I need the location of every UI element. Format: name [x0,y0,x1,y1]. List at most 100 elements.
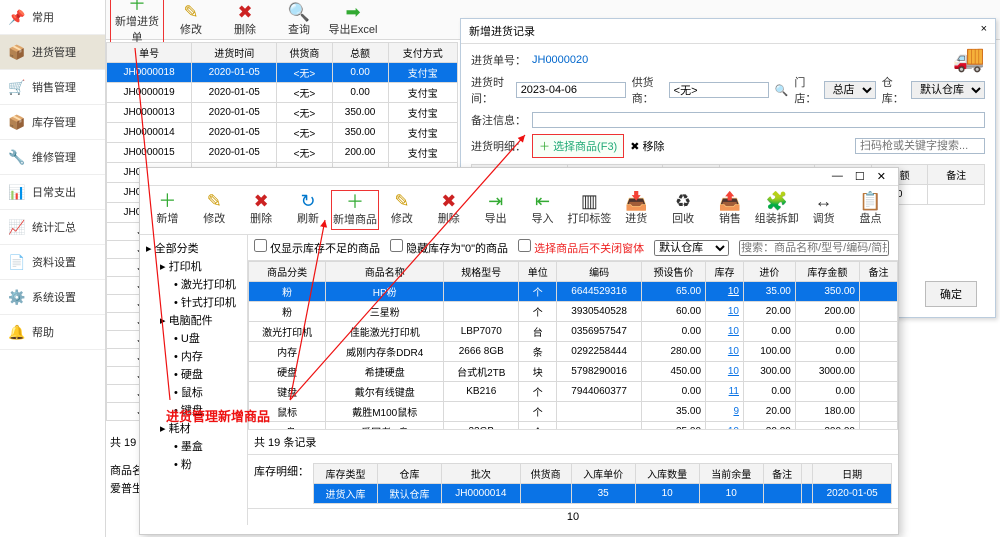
ptb-refresh[interactable]: ↻刷新 [285,190,332,230]
ptb-del[interactable]: ✖删除 [238,190,285,230]
side-common[interactable]: 📌常用 [0,0,105,35]
chk-zero[interactable]: 隐藏库存为"0"的商品 [390,239,508,256]
tree-node[interactable]: • 硬盘 [144,365,243,383]
tree-node[interactable]: • 鼠标 [144,383,243,401]
ptb-export[interactable]: ⇥导出 [472,190,519,230]
tree-node[interactable]: • 激光打印机 [144,275,243,293]
product-row[interactable]: 硬盘希捷硬盘台式机2TB块5798290016450.0010300.00300… [249,362,898,382]
ptb-ret[interactable]: ♻回收 [660,190,707,230]
asm-icon: 🧩 [753,192,800,210]
ptb-add[interactable]: ＋新增 [144,190,191,230]
order-row[interactable]: JH00000132020-01-05<无>350.00支付宝 [107,103,458,123]
supplier-input[interactable] [669,82,769,98]
ptb-edit[interactable]: ✎修改 [191,190,238,230]
product-row[interactable]: 粉HP粉个664452931665.001035.00350.00 [249,282,898,302]
tree-node[interactable]: ▸ 打印机 [144,257,243,275]
product-row[interactable]: 键盘戴尔有线键盘KB216个79440603770.00110.000.00 [249,382,898,402]
ptb-addprod[interactable]: ＋新增商品 [331,190,378,230]
product-row[interactable]: 内存威刚内存条DDR42666 8GB条0292258444280.001010… [249,342,898,362]
tree-node[interactable]: • 内存 [144,347,243,365]
ptb-import[interactable]: ⇤导入 [519,190,566,230]
search-icon[interactable]: 🔍 [775,84,789,97]
plus-icon: ＋ [539,141,550,153]
side-purchase[interactable]: 📦进货管理 [0,35,105,70]
win-max[interactable]: ☐ [849,170,871,183]
x-icon: ✖ [425,192,472,210]
x-icon: ✖ [630,141,639,153]
ptb-pedit[interactable]: ✎修改 [379,190,426,230]
side-help[interactable]: 🔔帮助 [0,315,105,350]
order-row[interactable]: JH00000152020-01-05<无>200.00支付宝 [107,143,458,163]
product-row[interactable]: U盘爱国者U盘32GB个35.001020.00200.00 [249,422,898,430]
ptb-adj[interactable]: ↔调货 [800,190,847,230]
side-data[interactable]: 📄资料设置 [0,245,105,280]
ptb-in[interactable]: 📥进货 [613,190,660,230]
tree-node[interactable]: • 粉 [144,455,243,473]
ptb-sell[interactable]: 📤销售 [707,190,754,230]
order-row[interactable]: JH00000142020-01-05<无>350.00支付宝 [107,123,458,143]
remark-label: 备注信息： [471,112,526,128]
pkg-icon: 📦 [8,44,26,60]
pencil-icon: ✎ [379,192,426,210]
wh-select[interactable]: 默认仓库 [911,81,985,99]
dlg-title-bar: 新增进货记录 × [461,19,995,44]
adj-icon: ↔ [800,192,847,210]
side-sys[interactable]: ⚙️系统设置 [0,280,105,315]
product-row[interactable]: 鼠标戴胜M100鼠标个35.00920.00180.00 [249,402,898,422]
plus-icon: ＋ [144,192,191,210]
side-repair[interactable]: 🔧维修管理 [0,140,105,175]
side-sales[interactable]: 🛒销售管理 [0,70,105,105]
product-row[interactable]: 激光打印机佳能激光打印机LBP7070台03569575470.00100.00… [249,322,898,342]
prod-search[interactable] [739,240,889,256]
store-select[interactable]: 总店 [824,81,876,99]
annotation-text: 进货管理新增商品 [166,406,270,425]
chk-keep[interactable]: 选择商品后不关闭窗体 [518,239,644,256]
wh-filter[interactable]: 默认仓库 [654,240,729,256]
foot-num: 10 [248,508,898,525]
order-row[interactable]: JH00000182020-01-05<无>0.00支付宝 [107,63,458,83]
inv-row[interactable]: 进货入库默认仓库JH00000143510102020-01-05 [314,484,892,504]
ptb-chk[interactable]: 📋盘点 [847,190,894,230]
tb-export[interactable]: ➡导出Excel [326,1,380,39]
box-icon: 📦 [8,114,26,130]
out-icon: 📤 [707,192,754,210]
tree-node[interactable]: • 针式打印机 [144,293,243,311]
remark-input[interactable] [532,112,985,128]
select-product-button[interactable]: ＋ 选择商品(F3) [532,134,624,158]
tree-node[interactable]: ▸ 全部分类 [144,239,243,257]
tb-del[interactable]: ✖删除 [218,1,272,39]
store-label: 门店： [794,74,817,106]
tb-add[interactable]: ＋新增进货单 [110,0,164,48]
gear-icon: ⚙️ [8,289,26,305]
dlg-close[interactable]: × [981,23,987,39]
date-input[interactable] [516,82,626,98]
detail-label: 进货明细： [471,138,526,154]
sidebar: 📌常用 📦进货管理 🛒销售管理 📦库存管理 🔧维修管理 📊日常支出 📈统计汇总 … [0,0,106,537]
recycle-icon: ♻ [660,192,707,210]
win-close[interactable]: ✕ [871,170,892,183]
side-stats[interactable]: 📈统计汇总 [0,210,105,245]
tb-edit[interactable]: ✎修改 [164,1,218,39]
scan-input[interactable] [855,138,985,154]
side-expense[interactable]: 📊日常支出 [0,175,105,210]
ptb-pdel[interactable]: ✖删除 [425,190,472,230]
chk-low[interactable]: 仅显示库存不足的商品 [254,239,380,256]
product-row[interactable]: 粉三星粉个393054052860.001020.00200.00 [249,302,898,322]
win-min[interactable]: — [826,170,849,183]
tree-node[interactable]: • 墨盒 [144,437,243,455]
pencil-icon: ✎ [191,192,238,210]
cart-icon: 🛒 [8,79,26,95]
remove-button[interactable]: ✖ 移除 [630,138,664,154]
ok-button[interactable]: 确定 [925,281,977,307]
pencil-icon: ✎ [164,3,218,21]
ptb-asm[interactable]: 🧩组装拆卸 [753,190,800,230]
check-icon: 📋 [847,192,894,210]
tree-node[interactable]: ▸ 电脑配件 [144,311,243,329]
tb-search[interactable]: 🔍查询 [272,1,326,39]
tree-node[interactable]: • U盘 [144,329,243,347]
home-icon: 📌 [8,9,26,25]
dlg-title: 新增进货记录 [469,23,535,39]
ptb-print[interactable]: ▥打印标签 [566,190,613,230]
order-row[interactable]: JH00000192020-01-05<无>0.00支付宝 [107,83,458,103]
side-stock[interactable]: 📦库存管理 [0,105,105,140]
